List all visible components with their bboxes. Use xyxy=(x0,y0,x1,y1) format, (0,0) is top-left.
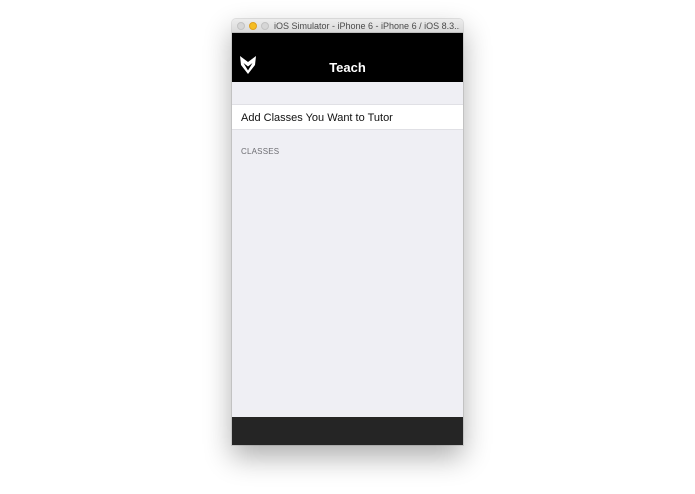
bottom-tab-bar xyxy=(232,417,463,445)
window-title: iOS Simulator - iPhone 6 - iPhone 6 / iO… xyxy=(274,21,460,31)
nav-title: Teach xyxy=(329,60,366,75)
classes-table-view: Add Classes You Want to Tutor CLASSES xyxy=(232,82,463,417)
zoom-window-button[interactable] xyxy=(261,22,269,30)
simulator-window: iOS Simulator - iPhone 6 - iPhone 6 / iO… xyxy=(232,19,463,445)
window-titlebar[interactable]: iOS Simulator - iPhone 6 - iPhone 6 / iO… xyxy=(232,19,463,33)
navigation-bar: Teach xyxy=(232,33,463,82)
close-window-button[interactable] xyxy=(237,22,245,30)
add-classes-cell[interactable]: Add Classes You Want to Tutor xyxy=(232,104,463,130)
add-classes-label: Add Classes You Want to Tutor xyxy=(241,112,393,124)
desktop-stage: iOS Simulator - iPhone 6 - iPhone 6 / iO… xyxy=(0,0,695,494)
classes-section-header: CLASSES xyxy=(241,147,280,156)
minimize-window-button[interactable] xyxy=(249,22,257,30)
